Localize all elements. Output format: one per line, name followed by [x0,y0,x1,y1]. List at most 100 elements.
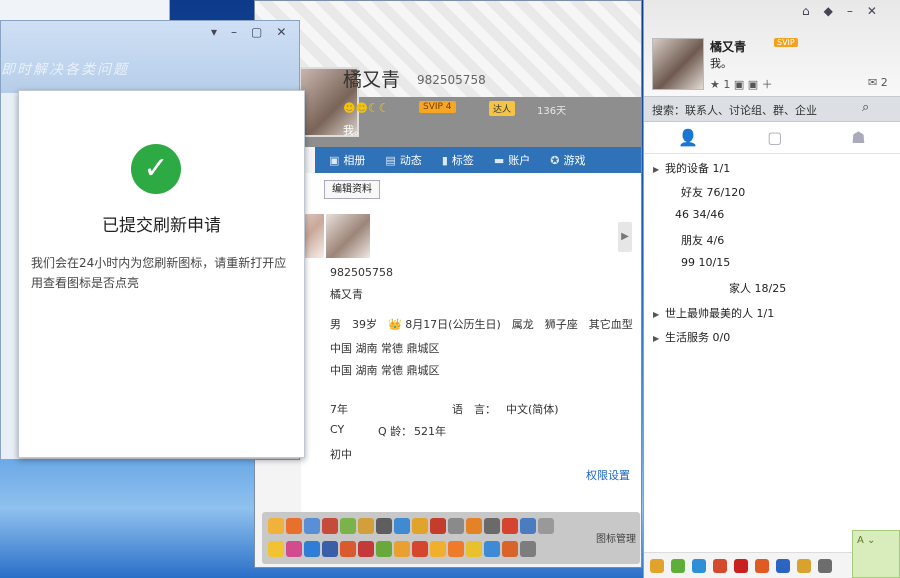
app-icon[interactable] [412,541,428,557]
app-icon[interactable] [520,541,536,557]
app-icon[interactable] [358,541,374,557]
minimize-icon[interactable]: – [847,4,853,18]
app-icon[interactable] [692,558,706,573]
tab-games[interactable]: ✪ 游戏 [542,152,593,168]
language-value: 中文(简体) [506,403,559,416]
maximize-icon[interactable]: ▢ [251,25,262,39]
app-icon[interactable] [650,558,664,573]
contact-group[interactable]: 家人 18/25 [729,280,786,296]
app-icon[interactable] [734,558,748,573]
app-icon[interactable] [340,541,356,557]
app-icon[interactable] [304,541,320,557]
app-icon[interactable] [394,541,410,557]
app-icon[interactable] [286,541,302,557]
dialog-description: 我们会在24小时内为您刷新图标，请重新打开应用查看图标是否点亮 [31,256,287,290]
contacts-tab-icon[interactable]: 👤 [678,128,698,147]
app-icon[interactable] [755,558,769,573]
level-value: CY [330,423,345,436]
contact-group[interactable]: 朋友 4/6 [681,232,724,248]
skin-icon[interactable]: ⌂ [802,4,810,18]
minimize-icon[interactable]: – [231,25,237,39]
app-icon[interactable] [286,518,302,534]
contact-group[interactable]: 46 34/46 [675,208,724,221]
contact-group[interactable]: 99 10/15 [681,256,730,269]
app-icon[interactable] [671,558,685,573]
app-icon[interactable] [538,518,554,534]
app-icon[interactable] [448,541,464,557]
app-icon[interactable] [340,518,356,534]
app-icon[interactable] [322,518,338,534]
panel-signature[interactable]: 我。 [710,55,732,71]
search-input[interactable]: 搜索：联系人、讨论组、群、企业 [652,102,817,118]
app-icon[interactable] [502,518,518,534]
photo-icon: ▣ [329,153,340,167]
location-value: 中国 湖南 常德 鼎城区 [330,364,440,377]
contact-group[interactable]: ▶ 世上最帅最美的人 1/1 [653,305,774,321]
dropdown-icon[interactable]: ▾ [211,25,217,39]
app-icon[interactable] [484,541,500,557]
app-icons-row-1 [268,518,554,534]
contact-group[interactable]: ▶ 我的设备 1/1 [653,160,730,176]
app-icon[interactable] [322,541,338,557]
app-icon[interactable] [466,541,482,557]
app-icon[interactable] [268,518,284,534]
photos-next-arrow-icon[interactable]: ▶ [618,222,632,252]
app-icon[interactable] [430,518,446,534]
app-icon[interactable] [448,518,464,534]
app-icon[interactable] [818,558,832,573]
groups-tab-icon[interactable]: ☗ [851,128,865,147]
panel-level: ★ 1 ▣ ▣ ＋ [710,78,773,91]
tab-feed[interactable]: ▤ 动态 [377,152,429,168]
sun-moon-level-icons: ☻☻☾☾ [343,101,390,115]
edit-profile-button[interactable]: 编辑资料 [324,180,380,199]
qq-number-value: 982505758 [330,266,393,279]
app-icon[interactable] [358,518,374,534]
app-icon[interactable] [376,541,392,557]
dialog-title: 已提交刷新申请 [102,216,221,236]
icon-manage-link[interactable]: 图标管理 [596,530,636,545]
messages-tab-icon[interactable]: ▢ [767,128,782,147]
hometown-value: 中国 湖南 常德 鼎城区 [330,342,440,355]
app-icon[interactable] [484,518,500,534]
privacy-settings-link[interactable]: 权限设置 [586,467,630,483]
contact-group[interactable]: 好友 76/120 [681,184,745,200]
panel-svip-badge[interactable]: SVIP [774,38,798,47]
feed-icon: ▤ [385,153,396,167]
tab-photos[interactable]: ▣ 相册 [321,152,373,168]
close-icon[interactable]: ✕ [276,25,286,39]
search-icon[interactable]: ⌕ [862,100,869,115]
app-icon[interactable] [430,541,446,557]
years-value: 7年 [330,403,348,416]
tab-tags[interactable]: ▮ 标签 [434,152,482,168]
app-icon[interactable] [466,518,482,534]
app-icon[interactable] [776,558,790,573]
close-icon[interactable]: ✕ [867,4,877,18]
app-icon[interactable] [797,558,811,573]
qq-age-value: 521年 [414,425,446,438]
app-icon[interactable] [502,541,518,557]
profile-name: 橘又青 [343,69,401,91]
tag-icon: ▮ [441,153,448,167]
game-icon: ✪ [550,153,560,167]
app-corner-widget[interactable]: A ⌄ [852,530,900,578]
mail-count[interactable]: ✉ 2 [868,76,888,89]
app-icon[interactable] [268,541,284,557]
shield-icon[interactable]: ◆ [824,4,833,18]
app-icon[interactable] [713,558,727,573]
nickname-value: 橘又青 [330,288,363,301]
contact-group[interactable]: ▶ 生活服务 0/0 [653,329,730,345]
panel-name: 橘又青 [710,40,747,54]
app-icon[interactable] [520,518,536,534]
app-icon[interactable] [304,518,320,534]
panel-avatar[interactable] [652,38,704,90]
photo-thumb[interactable] [326,214,370,258]
talent-badge[interactable]: 达人 [489,101,516,116]
app-icon[interactable] [412,518,428,534]
days-count: 136天 [537,106,567,117]
svip-badge[interactable]: SVIP 4 [419,101,456,113]
profile-qq-number: 982505758 [417,73,486,87]
app-icon[interactable] [376,518,392,534]
star-icon: ★ [710,78,720,91]
app-icon[interactable] [394,518,410,534]
tab-account[interactable]: ▬ 账户 [486,152,538,168]
